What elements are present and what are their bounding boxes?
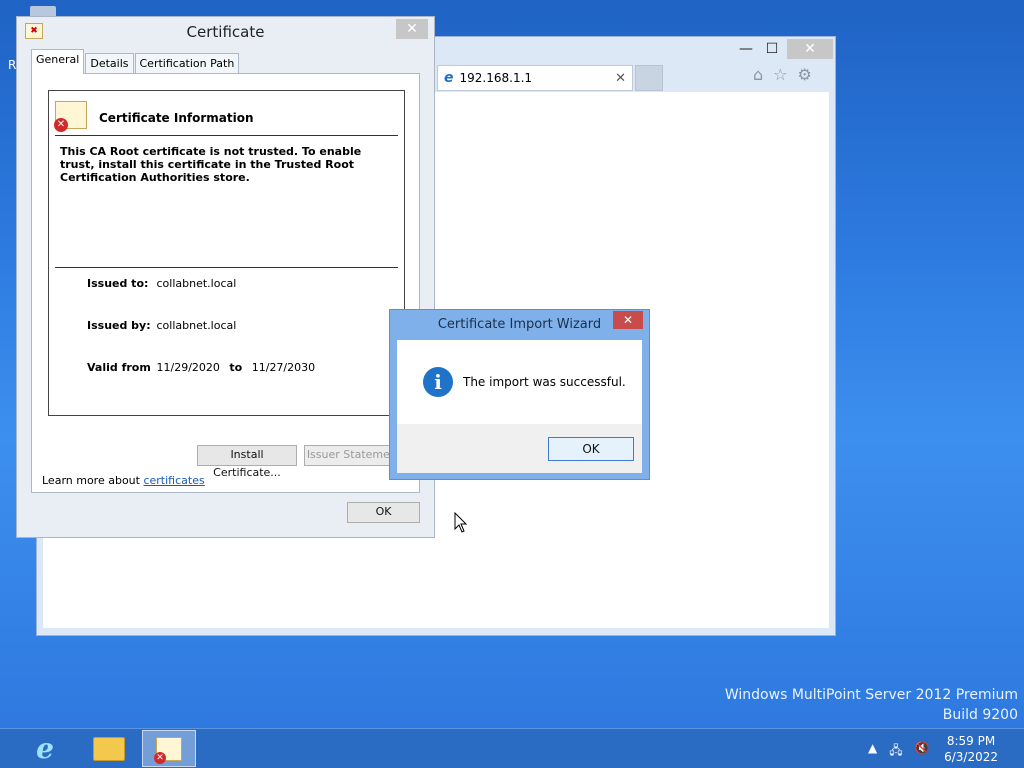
close-button[interactable]: ✕ [396, 19, 428, 39]
star-icon[interactable]: ☆ [773, 65, 787, 84]
import-wizard-dialog: Certificate Import Wizard ✕ i The import… [389, 309, 650, 480]
divider [55, 135, 398, 136]
ie-icon: e [36, 732, 54, 765]
validity-row: Valid from 11/29/2020 to 11/27/2030 [87, 361, 315, 374]
learn-more: Learn more about certificates [42, 474, 205, 487]
system-tray: ▲ 🖧 🔇 [868, 741, 930, 762]
ok-button[interactable]: OK [548, 437, 634, 461]
maximize-button[interactable]: ☐ [759, 39, 785, 59]
certificate-info-frame: ✕ Certificate Information This CA Root c… [48, 90, 405, 416]
general-panel: ✕ Certificate Information This CA Root c… [31, 73, 420, 493]
dialog-title: Certificate Import Wizard [437, 317, 602, 332]
learn-more-text: Learn more about [42, 474, 144, 487]
dialog-title: Certificate [186, 23, 265, 41]
valid-from-label: Valid from [87, 361, 151, 374]
ie-icon: e [444, 70, 454, 86]
ok-button[interactable]: OK [347, 502, 420, 523]
tab-close-icon[interactable]: ✕ [615, 71, 626, 86]
minimize-button[interactable]: — [733, 39, 759, 59]
certificates-link[interactable]: certificates [143, 474, 204, 487]
os-build: Build 9200 [942, 707, 1018, 723]
taskbar-explorer-button[interactable] [82, 730, 136, 767]
issued-to-value: collabnet.local [156, 277, 237, 290]
dialog-body: i The import was successful. OK [397, 340, 642, 473]
success-message: The import was successful. [463, 375, 626, 389]
taskbar-ie-button[interactable]: e [18, 730, 72, 767]
tab-label: 192.168.1.1 [459, 71, 533, 85]
tab-certification-path[interactable]: Certification Path [134, 53, 240, 74]
issued-to-row: Issued to: collabnet.local [87, 277, 236, 290]
tab-details[interactable]: Details [85, 53, 134, 74]
tab-general[interactable]: General [31, 49, 85, 74]
gear-icon[interactable]: ⚙ [798, 65, 812, 84]
install-certificate-button[interactable]: Install Certificate... [197, 445, 297, 479]
tab-bar: General Details Certification Path [31, 49, 240, 74]
volume-muted-icon[interactable]: 🔇 [915, 741, 930, 762]
certificate-error-icon: ✕ [54, 101, 87, 132]
browser-tools: ⌂ ☆ ⚙ [753, 65, 812, 84]
os-watermark: Windows MultiPoint Server 2012 Premium B… [725, 685, 1018, 725]
clock[interactable]: 8:59 PM 6/3/2022 [944, 733, 998, 765]
browser-tab[interactable]: e 192.168.1.1 ✕ [437, 65, 633, 91]
valid-to-value: 11/27/2030 [251, 361, 316, 374]
network-icon[interactable]: 🖧 [889, 741, 902, 762]
trust-warning: This CA Root certificate is not trusted.… [60, 145, 362, 184]
desktop: R — ☐ ✕ e 192.168.1.1 ✕ ⌂ ☆ ⚙ ✖ Certific… [0, 0, 1024, 728]
valid-from-value: 11/29/2020 [156, 361, 220, 374]
issued-by-row: Issued by: collabnet.local [87, 319, 236, 332]
home-icon[interactable]: ⌂ [753, 65, 763, 84]
clock-date: 6/3/2022 [944, 750, 998, 764]
info-icon: i [423, 367, 453, 397]
os-edition: Windows MultiPoint Server 2012 Premium [724, 687, 1018, 703]
mouse-cursor-icon [454, 512, 468, 533]
new-tab-button[interactable] [635, 65, 663, 91]
folder-icon [93, 736, 125, 761]
info-heading: Certificate Information [99, 111, 254, 125]
certificate-icon: ✕ [154, 736, 182, 764]
issued-to-label: Issued to: [87, 277, 149, 290]
close-button[interactable]: ✕ [613, 311, 643, 329]
issued-by-value: collabnet.local [156, 319, 237, 332]
taskbar: e ✕ ▲ 🖧 🔇 8:59 PM 6/3/2022 [0, 728, 1024, 768]
issued-by-label: Issued by: [87, 319, 151, 332]
certificate-dialog: ✖ Certificate ✕ General Details Certific… [16, 16, 435, 538]
taskbar-certificate-button[interactable]: ✕ [142, 730, 196, 767]
valid-to-label: to [229, 361, 243, 374]
close-button[interactable]: ✕ [787, 39, 833, 59]
clock-time: 8:59 PM [946, 734, 996, 748]
divider [55, 267, 398, 268]
tray-expand-icon[interactable]: ▲ [868, 741, 877, 762]
message-area: i The import was successful. [397, 340, 642, 424]
